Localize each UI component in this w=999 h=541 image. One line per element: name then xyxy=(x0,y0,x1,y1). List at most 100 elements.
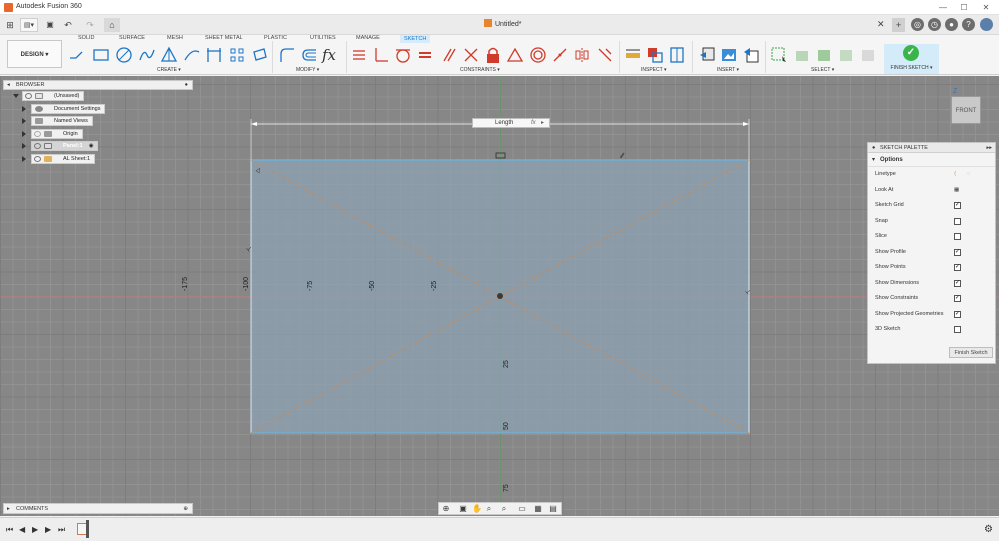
select-face-icon[interactable] xyxy=(837,46,855,64)
zoom-window-icon[interactable]: ⌕ xyxy=(500,505,508,513)
notifications-icon[interactable]: ● xyxy=(945,18,958,31)
expand-arrow-icon[interactable] xyxy=(22,143,26,149)
circle-tool-icon[interactable] xyxy=(115,46,133,64)
tab-surface[interactable]: SURFACE xyxy=(119,35,145,41)
comments-panel[interactable]: ▸ COMMENTS ⊕ xyxy=(3,503,193,514)
sketch-palette-header[interactable]: ● SKETCH PALETTE ▸▸ xyxy=(868,143,995,153)
modify-group-label[interactable]: MODIFY ▾ xyxy=(296,67,319,73)
select-priority-icon[interactable] xyxy=(793,46,811,64)
finish-sketch-button[interactable]: ✓ FINISH SKETCH ▾ xyxy=(884,44,939,74)
polygon-tool-icon[interactable] xyxy=(160,46,178,64)
project-icon[interactable] xyxy=(251,46,269,64)
rectangle-tool-icon[interactable] xyxy=(92,46,110,64)
workspace-switcher[interactable]: DESIGN ▾ xyxy=(7,40,62,68)
timeline-last-icon[interactable]: ⏭ xyxy=(58,525,65,535)
extensions-icon[interactable]: ◎ xyxy=(911,18,924,31)
show-dimensions-checkbox[interactable]: ✓ xyxy=(954,279,961,287)
section-analysis-icon[interactable] xyxy=(668,46,686,64)
activate-component-icon[interactable]: ◉ xyxy=(89,142,94,150)
parallel-constraint-glyph[interactable]: ∥ xyxy=(619,152,625,159)
options-section-header[interactable]: ▾ Options xyxy=(868,153,995,167)
collinear-constraint-icon[interactable] xyxy=(551,46,569,64)
visibility-eye-icon[interactable] xyxy=(34,155,41,162)
home-icon[interactable]: ⌂ xyxy=(104,18,120,32)
browser-item-document-settings[interactable]: Document Settings xyxy=(31,103,106,114)
interference-icon[interactable] xyxy=(646,46,664,64)
select-body-icon[interactable] xyxy=(815,46,833,64)
sketch-grid-checkbox[interactable]: ✓ xyxy=(954,202,961,209)
centerline-linetype-icon[interactable]: ◌ xyxy=(967,167,970,183)
tab-sheet-metal[interactable]: SHEET METAL xyxy=(205,35,243,41)
fillet-icon[interactable] xyxy=(278,46,296,64)
look-at-icon[interactable]: ▣ xyxy=(459,505,467,513)
symmetry-constraint-icon[interactable] xyxy=(573,46,591,64)
sketch-dimension-icon[interactable] xyxy=(205,46,223,64)
viewcube[interactable]: FRONT xyxy=(951,96,981,124)
horizontal-constraint-glyph[interactable] xyxy=(495,152,506,159)
parameters-fx-icon[interactable]: fx xyxy=(322,46,340,64)
dimension-menu-icon[interactable]: ▸ xyxy=(541,119,544,127)
tab-utilities[interactable]: UTILITIES xyxy=(310,35,336,41)
parallel-constraint-icon[interactable] xyxy=(440,46,458,64)
timeline-play-icon[interactable]: ▶ xyxy=(32,525,38,534)
browser-item-al-sheet[interactable]: AL Sheet:1 xyxy=(31,153,96,164)
slice-checkbox[interactable] xyxy=(954,233,961,240)
show-profile-checkbox[interactable]: ✓ xyxy=(954,248,961,256)
browser-item-origin[interactable]: Origin xyxy=(31,128,83,139)
tab-sketch[interactable]: SKETCH xyxy=(400,35,431,43)
palette-finish-sketch-button[interactable]: Finish Sketch xyxy=(949,347,993,358)
browser-header[interactable]: ◂ BROWSER ● xyxy=(3,80,193,90)
comments-expand-icon[interactable]: ▸ xyxy=(7,504,10,514)
orbit-icon[interactable]: ⊕ xyxy=(442,505,450,513)
insert-canvas-icon[interactable] xyxy=(720,46,738,64)
construction-linetype-icon[interactable]: ⟨ xyxy=(954,167,956,183)
insert-derive-icon[interactable] xyxy=(698,46,716,64)
constraints-group-label[interactable]: CONSTRAINTS ▾ xyxy=(460,67,500,73)
length-dimension-input[interactable]: Length fx ▸ xyxy=(472,118,550,128)
save-icon[interactable]: ▣ xyxy=(44,18,56,32)
timeline-first-icon[interactable]: ⏮ xyxy=(6,525,13,535)
select-group-label[interactable]: SELECT ▾ xyxy=(811,67,834,73)
maximize-button[interactable]: ☐ xyxy=(957,2,971,13)
concentric-constraint-icon[interactable] xyxy=(529,46,547,64)
user-avatar[interactable] xyxy=(980,18,993,31)
browser-item-root[interactable]: (Unsaved) xyxy=(22,91,85,101)
zoom-icon[interactable]: ⌕ xyxy=(485,505,493,513)
expand-arrow-icon[interactable] xyxy=(22,155,26,162)
snap-checkbox[interactable] xyxy=(954,217,961,225)
show-constraints-checkbox[interactable]: ✓ xyxy=(954,295,961,302)
measure-icon[interactable] xyxy=(624,46,642,64)
collapse-icon[interactable]: ◂ xyxy=(7,81,10,90)
tab-plastic[interactable]: PLASTIC xyxy=(264,35,287,41)
collapse-arrow-icon[interactable]: ▾ xyxy=(872,153,875,167)
dimension-fx-icon[interactable]: fx xyxy=(531,119,536,127)
browser-pin-icon[interactable]: ● xyxy=(185,81,188,90)
fix-lock-icon[interactable] xyxy=(484,46,502,64)
3d-sketch-checkbox[interactable] xyxy=(954,326,961,333)
viewcube-face-front[interactable]: FRONT xyxy=(956,108,977,114)
expand-arrow-icon[interactable] xyxy=(13,94,19,98)
grid-menu-icon[interactable]: ⊞ xyxy=(4,18,16,32)
look-at-icon[interactable]: ▦ xyxy=(954,183,959,199)
browser-item-panel[interactable]: Panel:1 ◉ xyxy=(31,141,98,151)
fit-point-spline-icon[interactable] xyxy=(183,46,201,64)
job-status-icon[interactable]: ◷ xyxy=(928,18,941,31)
sketch-center-point[interactable] xyxy=(497,293,503,299)
comments-add-icon[interactable]: ⊕ xyxy=(183,504,188,514)
coincident-constraint-icon[interactable] xyxy=(350,46,368,64)
curvature-constraint-icon[interactable] xyxy=(596,46,614,64)
window-select-icon[interactable] xyxy=(770,46,788,64)
document-tab-close-icon[interactable]: ✕ xyxy=(877,19,885,30)
offset-icon[interactable] xyxy=(300,46,318,64)
tab-solid[interactable]: SOLID xyxy=(78,35,95,41)
inspect-group-label[interactable]: INSPECT ▾ xyxy=(641,67,666,73)
undo-icon[interactable]: ↶ xyxy=(62,18,74,32)
close-button[interactable]: ✕ xyxy=(979,2,993,13)
browser-item-named-views[interactable]: Named Views xyxy=(31,116,93,126)
select-edge-icon[interactable] xyxy=(859,46,877,64)
perpendicular-constraint-icon[interactable] xyxy=(372,46,390,64)
tab-mesh[interactable]: MESH xyxy=(167,35,183,41)
visibility-eye-icon[interactable] xyxy=(25,93,32,99)
triangle-constraint-icon[interactable] xyxy=(506,46,524,64)
tab-manage[interactable]: MANAGE xyxy=(356,35,380,41)
